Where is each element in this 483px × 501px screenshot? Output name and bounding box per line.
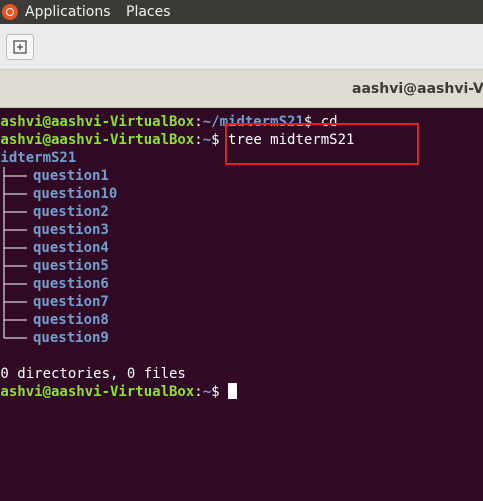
prompt-path: ~ — [202, 384, 212, 400]
tree-branch-icon — [3, 293, 27, 311]
tree-item: question9 — [0, 329, 200, 347]
tree-item-label: question5 — [33, 258, 109, 274]
prompt-separator: : — [194, 114, 203, 130]
new-tab-icon — [13, 40, 27, 54]
tree-item: question4 — [0, 239, 200, 257]
tree-branch-icon — [3, 257, 27, 275]
tree-item-label: question2 — [33, 204, 109, 220]
prompt-separator: : — [194, 132, 203, 148]
new-tab-button[interactable] — [6, 34, 34, 60]
tree-item: question8 — [0, 311, 200, 329]
prompt-dollar: $ — [211, 384, 229, 400]
window-title-bar[interactable]: aashvi@aashvi-Virt — [0, 70, 483, 108]
tree-item: question7 — [0, 293, 200, 311]
prompt-user: aashvi@aashvi-VirtualBox — [0, 132, 195, 148]
tree-item: question6 — [0, 275, 200, 293]
tree-branch-icon — [3, 275, 27, 293]
text-cursor — [228, 383, 238, 399]
applications-menu[interactable]: Applications — [25, 3, 111, 21]
top-panel: Applications Places — [0, 0, 483, 24]
tree-branch-icon — [3, 239, 27, 257]
tree-item: question5 — [0, 257, 200, 275]
tree-summary: 10 directories, 0 files — [0, 366, 186, 382]
places-menu[interactable]: Places — [126, 3, 171, 21]
tree-item-label: question1 — [33, 168, 109, 184]
tree-branch-icon — [3, 329, 27, 339]
tree-item-label: question6 — [33, 276, 109, 292]
tree-branch-icon — [3, 167, 27, 185]
tree-item-label: question3 — [33, 222, 109, 238]
terminal-toolbar — [0, 24, 483, 70]
prompt-separator: : — [194, 384, 203, 400]
tree-branch-icon — [3, 311, 27, 329]
tree-item: question2 — [0, 203, 200, 221]
prompt-user: aashvi@aashvi-VirtualBox — [0, 114, 195, 130]
tree-item-label: question10 — [33, 186, 118, 202]
tree-item: question1 — [0, 167, 200, 185]
prompt-dollar: $ — [211, 132, 220, 148]
window-title: aashvi@aashvi-Virt — [352, 81, 483, 97]
tree-branch-icon — [3, 185, 27, 203]
prompt-path: ~ — [202, 132, 212, 148]
terminal-line-prompt: aashvi@aashvi-VirtualBox:~$ — [0, 383, 238, 401]
tree-branch-icon — [3, 221, 27, 239]
ubuntu-logo-icon[interactable] — [2, 4, 18, 20]
tree-item: question10 — [0, 185, 200, 203]
tree-branch-icon — [3, 203, 27, 221]
tree-item-label: question8 — [33, 312, 109, 328]
tree-item-label: question4 — [33, 240, 109, 256]
tree-root: midtermS21 — [0, 150, 77, 166]
tree-item-label: question9 — [33, 330, 109, 346]
prompt-user: aashvi@aashvi-VirtualBox — [0, 384, 195, 400]
command-highlight-box — [225, 123, 419, 165]
tree-item-label: question7 — [33, 294, 109, 310]
tree-item: question3 — [0, 221, 200, 239]
